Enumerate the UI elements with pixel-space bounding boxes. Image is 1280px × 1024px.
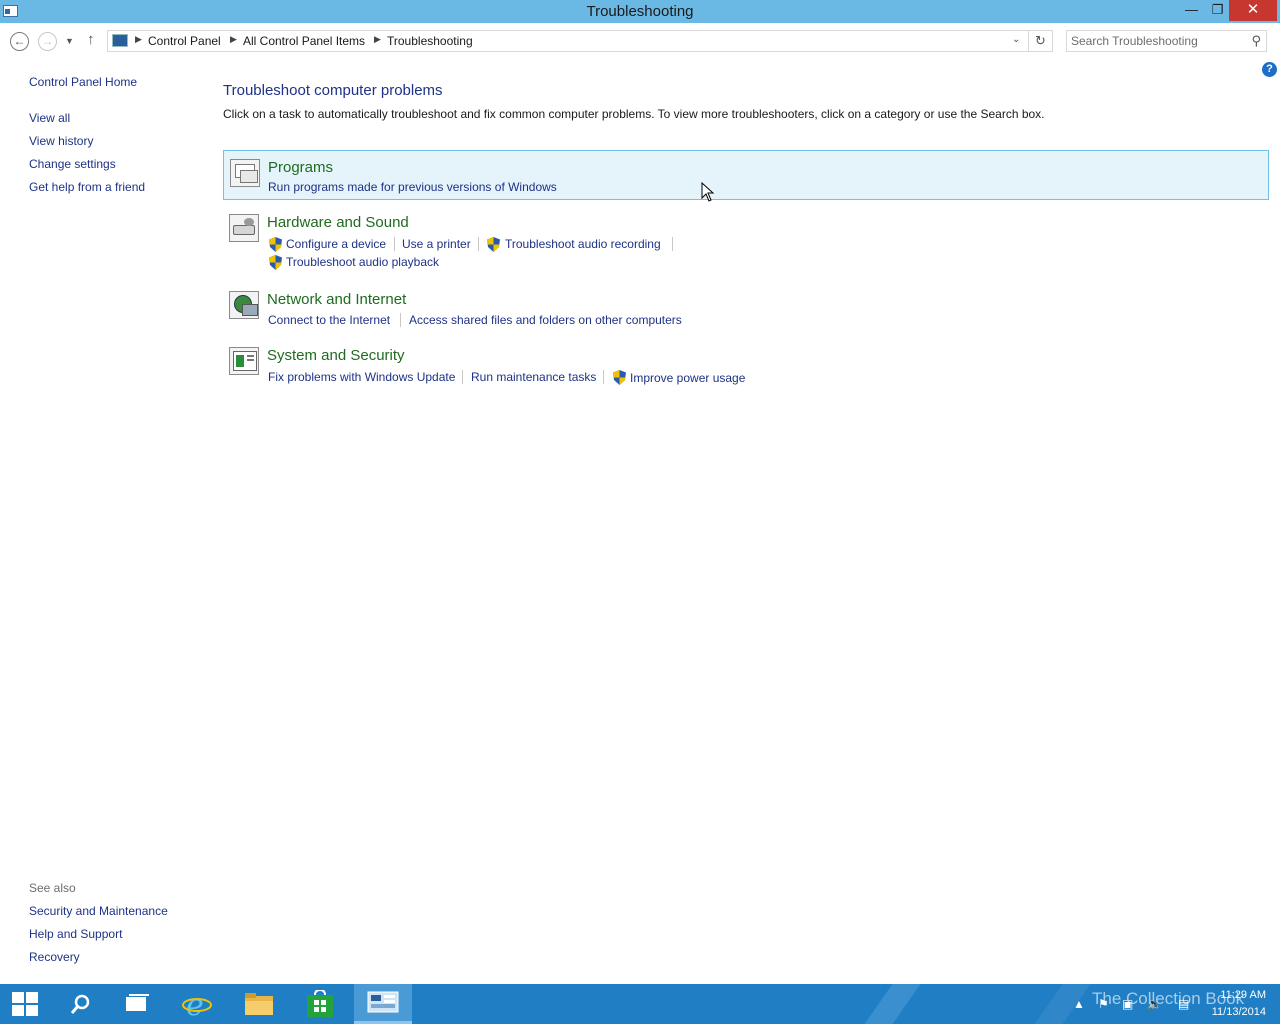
uac-shield-icon [487,237,500,252]
page-description: Click on a task to automatically trouble… [223,107,1045,121]
category-title-system-and-security[interactable]: System and Security [267,347,405,364]
see-also-label: See also [29,881,76,895]
store-icon [307,990,333,1017]
back-button[interactable]: ← [10,32,29,51]
network-icon[interactable]: ▣ [1122,997,1133,1011]
store-button[interactable] [292,984,350,1024]
task-view-button[interactable] [108,984,166,1024]
network-and-internet-icon [229,291,259,319]
clock-date[interactable]: 11/13/2014 [1212,1006,1266,1018]
get-help-from-a-friend-link[interactable]: Get help from a friend [29,180,145,194]
search-taskbar-button[interactable] [52,984,110,1024]
address-bar[interactable]: ▶ Control Panel ▶ All Control Panel Item… [107,30,1029,52]
internet-explorer-button[interactable]: e [168,984,226,1024]
system-and-security-icon [229,347,259,375]
action-center-flag-icon[interactable]: ⚑ [1098,997,1109,1011]
task-use-a-printer[interactable]: Use a printer [402,237,471,251]
forward-button[interactable]: → [38,32,57,51]
view-all-link[interactable]: View all [29,111,70,125]
mouse-cursor-icon [701,182,715,202]
change-settings-link[interactable]: Change settings [29,157,116,171]
task-view-icon [126,994,149,1011]
search-icon [70,994,90,1014]
recovery-link[interactable]: Recovery [29,950,80,964]
link-separator [394,237,395,251]
task-connect-to-the-internet[interactable]: Connect to the Internet [268,313,390,327]
task-access-shared-files-and-folders[interactable]: Access shared files and folders on other… [409,313,682,327]
help-icon[interactable]: ? [1262,62,1277,77]
link-separator [478,237,479,251]
windows-logo-icon [12,992,38,1016]
up-button[interactable]: ↑ [87,31,95,48]
security-and-maintenance-link[interactable]: Security and Maintenance [29,904,168,918]
chevron-right-icon[interactable]: ▶ [374,34,381,45]
window-title: Troubleshooting [586,3,694,20]
category-title-programs[interactable]: Programs [268,159,333,176]
control-panel-icon [367,991,399,1013]
task-run-maintenance-tasks[interactable]: Run maintenance tasks [471,370,596,384]
breadcrumb-control-panel[interactable]: Control Panel [148,34,221,48]
category-programs[interactable]: Programs Run programs made for previous … [223,150,1269,200]
task-run-programs-for-previous-windows[interactable]: Run programs made for previous versions … [268,180,557,194]
recent-locations-dropdown[interactable]: ▼ [65,36,74,46]
task-configure-a-device[interactable]: Configure a device [286,237,386,251]
breadcrumb-all-control-panel-items[interactable]: All Control Panel Items [243,34,365,48]
category-hardware-and-sound: Hardware and Sound Configure a device Us… [223,206,1269,274]
category-network-and-internet: Network and Internet Connect to the Inte… [223,283,1269,333]
programs-icon [230,159,260,187]
taskbar-decoration [850,984,928,1024]
category-title-hardware-and-sound[interactable]: Hardware and Sound [267,214,409,231]
breadcrumb-troubleshooting[interactable]: Troubleshooting [387,34,473,48]
minimize-button[interactable]: — [1178,0,1205,21]
title-bar: Troubleshooting — ❐ ✕ [0,0,1280,23]
control-panel-taskbar-button[interactable] [354,984,412,1024]
link-separator [400,313,401,327]
svg-text:e: e [186,990,204,1018]
control-panel-home-link[interactable]: Control Panel Home [29,75,137,89]
search-box[interactable]: ⚲ [1066,30,1267,52]
folder-icon [245,993,273,1015]
task-fix-problems-with-windows-update[interactable]: Fix problems with Windows Update [268,370,455,384]
taskbar-decoration [1020,984,1098,1024]
hardware-and-sound-icon [229,214,259,242]
refresh-button[interactable]: ↻ [1029,30,1053,52]
uac-shield-icon [613,370,626,385]
view-history-link[interactable]: View history [29,134,93,148]
start-button[interactable] [0,984,58,1024]
link-separator [462,370,463,384]
file-explorer-button[interactable] [230,984,288,1024]
category-title-network-and-internet[interactable]: Network and Internet [267,291,406,308]
chevron-right-icon[interactable]: ▶ [230,34,237,45]
navigation-bar: ← → ▼ ↑ ▶ Control Panel ▶ All Control Pa… [0,23,1280,60]
help-and-support-link[interactable]: Help and Support [29,927,122,941]
category-system-and-security: System and Security Fix problems with Wi… [223,339,1269,391]
control-panel-location-icon [112,34,128,47]
link-separator [603,370,604,384]
volume-icon[interactable]: 🔈 [1147,997,1162,1011]
show-hidden-icons-icon[interactable]: ▲ [1073,997,1085,1011]
uac-shield-icon [269,255,282,270]
search-input[interactable] [1071,33,1241,49]
task-troubleshoot-audio-playback[interactable]: Troubleshoot audio playback [286,255,439,269]
page-title: Troubleshoot computer problems [223,82,443,99]
link-separator [672,237,673,251]
taskbar: e The Collection Book ▲ ⚑ ▣ 🔈 ▤ 11:29 AM… [0,984,1280,1024]
uac-shield-icon [269,237,282,252]
close-button[interactable]: ✕ [1229,0,1277,21]
restore-button[interactable]: ❐ [1204,0,1231,21]
internet-explorer-icon: e [182,990,212,1018]
chevron-right-icon[interactable]: ▶ [135,34,142,45]
address-history-dropdown[interactable]: ⌄ [1012,34,1020,45]
clock-time[interactable]: 11:29 AM [1220,989,1266,1001]
task-improve-power-usage[interactable]: Improve power usage [630,371,745,385]
task-troubleshoot-audio-recording[interactable]: Troubleshoot audio recording [505,237,661,251]
search-icon[interactable]: ⚲ [1251,33,1261,49]
input-indicator-icon[interactable]: ▤ [1178,997,1189,1011]
